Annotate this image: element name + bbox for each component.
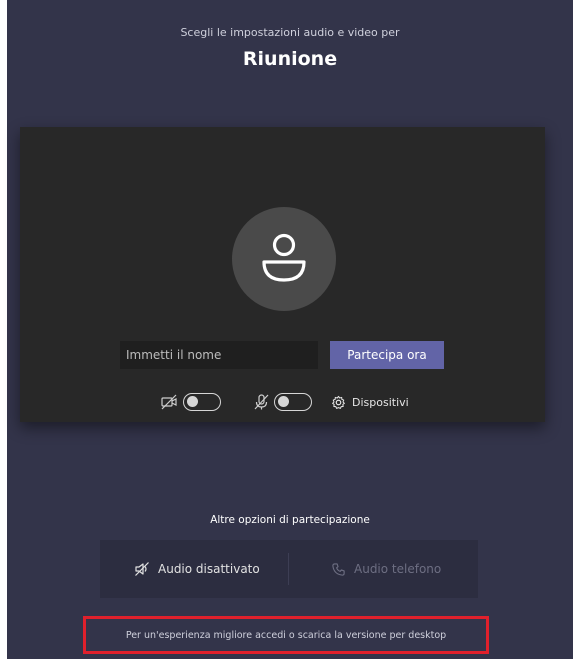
devices-button[interactable]: Dispositivi [331, 391, 409, 413]
video-preview: Partecipa ora [20, 127, 545, 422]
desktop-app-banner[interactable]: Per un'esperienza migliore accedi o scar… [83, 616, 489, 654]
join-screen: Scegli le impostazioni audio e video per… [7, 0, 573, 659]
mic-toggle-knob [278, 396, 289, 407]
camera-off-icon [161, 394, 177, 410]
mic-off-icon [254, 394, 269, 410]
other-options-label: Altre opzioni di partecipazione [210, 514, 370, 526]
camera-toggle-knob [187, 396, 198, 407]
avatar [232, 207, 336, 311]
phone-audio-option[interactable]: Audio telefono [331, 540, 441, 598]
page-title: Riunione [242, 48, 338, 70]
page-subtitle: Scegli le impostazioni audio e video per [180, 26, 400, 39]
join-now-button[interactable]: Partecipa ora [330, 341, 444, 369]
desktop-app-text: Per un'esperienza migliore accedi o scar… [125, 629, 447, 641]
audio-off-option[interactable]: Audio disattivato [134, 540, 260, 598]
devices-label: Dispositivi [352, 395, 409, 409]
phone-icon [332, 562, 345, 576]
speaker-off-icon [135, 562, 149, 576]
person-icon [262, 233, 306, 282]
name-input[interactable] [120, 341, 318, 369]
options-divider [288, 553, 289, 585]
mic-toggle[interactable] [274, 393, 312, 411]
other-join-options: Audio disattivato Audio telefono [100, 540, 478, 598]
camera-toggle[interactable] [183, 393, 221, 411]
audio-off-label: Audio disattivato [158, 562, 260, 576]
phone-audio-label: Audio telefono [354, 562, 442, 576]
gear-icon [332, 395, 345, 409]
media-controls: Dispositivi [20, 391, 545, 413]
